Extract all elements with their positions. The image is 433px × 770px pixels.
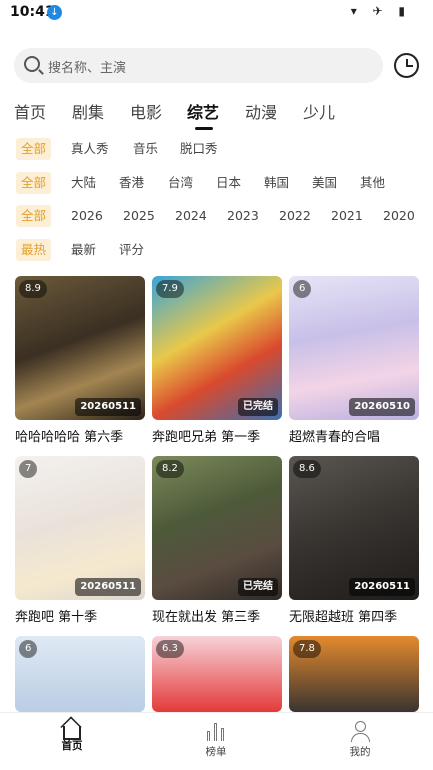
- filter-chip[interactable]: 2022: [274, 205, 316, 227]
- show-title: 哈哈哈哈哈 第六季: [15, 430, 124, 445]
- nav-rankings[interactable]: 榜单: [186, 721, 246, 759]
- filter-row-sort: 最热 最新 评分: [0, 239, 433, 263]
- status-icons: ▾ ✈ ▮: [350, 4, 411, 18]
- show-title: 超燃青春的合唱: [289, 430, 381, 445]
- home-icon: [63, 726, 81, 740]
- filter-chip[interactable]: 韩国: [259, 172, 294, 194]
- rating-badge: 8.6: [293, 460, 321, 478]
- category-tabs: 首页 剧集 电影 综艺 动漫 少儿: [0, 96, 433, 130]
- search-bar[interactable]: 搜名称、主演: [14, 48, 383, 83]
- episode-tag: 已完结: [238, 398, 278, 416]
- filter-chip[interactable]: 香港: [114, 172, 149, 194]
- episode-tag: 已完结: [238, 578, 278, 596]
- filter-chip[interactable]: 真人秀: [66, 138, 114, 160]
- filter-chip[interactable]: 其他: [355, 172, 390, 194]
- rating-badge: 7.9: [156, 280, 184, 298]
- filter-chip[interactable]: 大陆: [66, 172, 101, 194]
- filter-chip[interactable]: 最新: [66, 239, 101, 261]
- tab-series[interactable]: 剧集: [72, 99, 104, 123]
- search-placeholder: 搜名称、主演: [48, 61, 127, 76]
- tab-movie[interactable]: 电影: [130, 99, 162, 123]
- poster-image: 6 20260510: [289, 276, 419, 420]
- filter-chip[interactable]: 日本: [211, 172, 246, 194]
- poster-image: 6.3: [152, 636, 282, 712]
- rating-badge: 8.9: [19, 280, 47, 298]
- rating-badge: 6: [19, 640, 38, 658]
- tab-variety[interactable]: 综艺: [187, 99, 219, 130]
- filter-chip[interactable]: 2021: [326, 205, 368, 227]
- filter-chip[interactable]: 美国: [307, 172, 342, 194]
- episode-tag: 20260511: [349, 578, 415, 596]
- filter-chip[interactable]: 2025: [118, 205, 160, 227]
- show-title: 奔跑吧兄弟 第一季: [152, 430, 261, 445]
- status-bar: 10:41 ↓ ▾ ✈ ▮: [0, 0, 433, 26]
- tab-home[interactable]: 首页: [14, 99, 46, 123]
- filter-chip[interactable]: 台湾: [163, 172, 198, 194]
- user-icon: [349, 721, 371, 742]
- rating-badge: 8.2: [156, 460, 184, 478]
- nav-profile[interactable]: 我的: [330, 721, 390, 759]
- episode-tag: 20260511: [75, 398, 141, 416]
- poster-image: 8.9 20260511: [15, 276, 145, 420]
- nav-label: 首页: [61, 740, 83, 752]
- rating-badge: 7.8: [293, 640, 321, 658]
- filter-chip[interactable]: 最热: [16, 239, 52, 261]
- filter-chip[interactable]: 全部: [16, 205, 52, 227]
- filter-row-year: 全部 2026 2025 2024 2023 2022 2021 2020: [0, 205, 433, 229]
- filter-chip[interactable]: 脱口秀: [175, 138, 223, 160]
- filter-chip[interactable]: 全部: [16, 172, 52, 194]
- poster-image: 8.6 20260511: [289, 456, 419, 600]
- filter-chip[interactable]: 音乐: [128, 138, 163, 160]
- show-title: 奔跑吧 第十季: [15, 610, 98, 625]
- history-clock-icon[interactable]: [394, 53, 419, 78]
- tab-kids[interactable]: 少儿: [303, 99, 335, 123]
- filter-chip[interactable]: 2020: [378, 205, 420, 227]
- nav-home[interactable]: 首页: [42, 721, 102, 753]
- download-icon: ↓: [47, 5, 62, 20]
- filter-chip[interactable]: 全部: [16, 138, 52, 160]
- chart-bars-icon: [205, 721, 227, 741]
- bottom-nav: 首页 榜单 我的: [0, 712, 433, 770]
- filter-chip[interactable]: 2024: [170, 205, 212, 227]
- episode-tag: 20260510: [349, 398, 415, 416]
- filter-chip[interactable]: 2026: [66, 205, 108, 227]
- filter-chip[interactable]: 评分: [114, 239, 149, 261]
- search-icon: [24, 56, 40, 72]
- show-title: 无限超越班 第四季: [289, 610, 398, 625]
- nav-label: 榜单: [205, 746, 227, 758]
- tab-anime[interactable]: 动漫: [245, 99, 277, 123]
- rating-badge: 6: [293, 280, 312, 298]
- rating-badge: 6.3: [156, 640, 184, 658]
- filter-row-type: 全部 真人秀 音乐 脱口秀: [0, 138, 433, 162]
- poster-image: 6: [15, 636, 145, 712]
- rating-badge: 7: [19, 460, 38, 478]
- nav-label: 我的: [349, 746, 371, 758]
- episode-tag: 20260511: [75, 578, 141, 596]
- show-title: 现在就出发 第三季: [152, 610, 261, 625]
- poster-image: 8.2 已完结: [152, 456, 282, 600]
- filter-row-region: 全部 大陆 香港 台湾 日本 韩国 美国 其他: [0, 172, 433, 196]
- poster-image: 7 20260511: [15, 456, 145, 600]
- poster-image: 7.8: [289, 636, 419, 712]
- filter-chip[interactable]: 2023: [222, 205, 264, 227]
- poster-image: 7.9 已完结: [152, 276, 282, 420]
